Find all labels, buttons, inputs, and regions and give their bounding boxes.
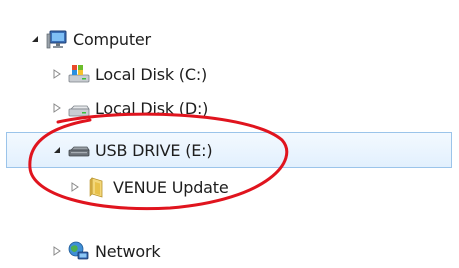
tree-item-venue-update[interactable]: VENUE Update	[68, 170, 229, 204]
tree-item-label: VENUE Update	[113, 177, 229, 197]
tree-item-network[interactable]: Network	[50, 234, 161, 268]
network-icon	[68, 240, 90, 262]
tree-item-local-disk-c[interactable]: Local Disk (C:)	[50, 57, 207, 91]
usb-drive-icon	[68, 139, 90, 161]
tree-item-label: Network	[95, 241, 161, 261]
collapse-arrow-icon[interactable]	[68, 180, 82, 194]
system-drive-icon	[68, 63, 90, 85]
collapse-arrow-icon[interactable]	[50, 101, 64, 115]
navigation-tree: Computer Local Disk (C:) Local Disk (D:)…	[0, 0, 459, 268]
tree-item-label: USB DRIVE (E:)	[95, 140, 213, 160]
expand-arrow-icon[interactable]	[28, 32, 42, 46]
tree-item-label: Local Disk (C:)	[95, 64, 208, 84]
tree-item-usb-drive-e[interactable]: USB DRIVE (E:)	[50, 133, 213, 167]
tree-item-label: Computer	[73, 29, 151, 49]
tree-item-label: Local Disk (D:)	[95, 98, 209, 118]
folder-icon	[86, 176, 108, 198]
tree-item-local-disk-d[interactable]: Local Disk (D:)	[50, 91, 208, 125]
collapse-arrow-icon[interactable]	[50, 67, 64, 81]
expand-arrow-icon[interactable]	[50, 143, 64, 157]
computer-icon	[46, 28, 68, 50]
hard-drive-icon	[68, 97, 90, 119]
collapse-arrow-icon[interactable]	[50, 244, 64, 258]
tree-item-computer[interactable]: Computer	[28, 22, 151, 56]
